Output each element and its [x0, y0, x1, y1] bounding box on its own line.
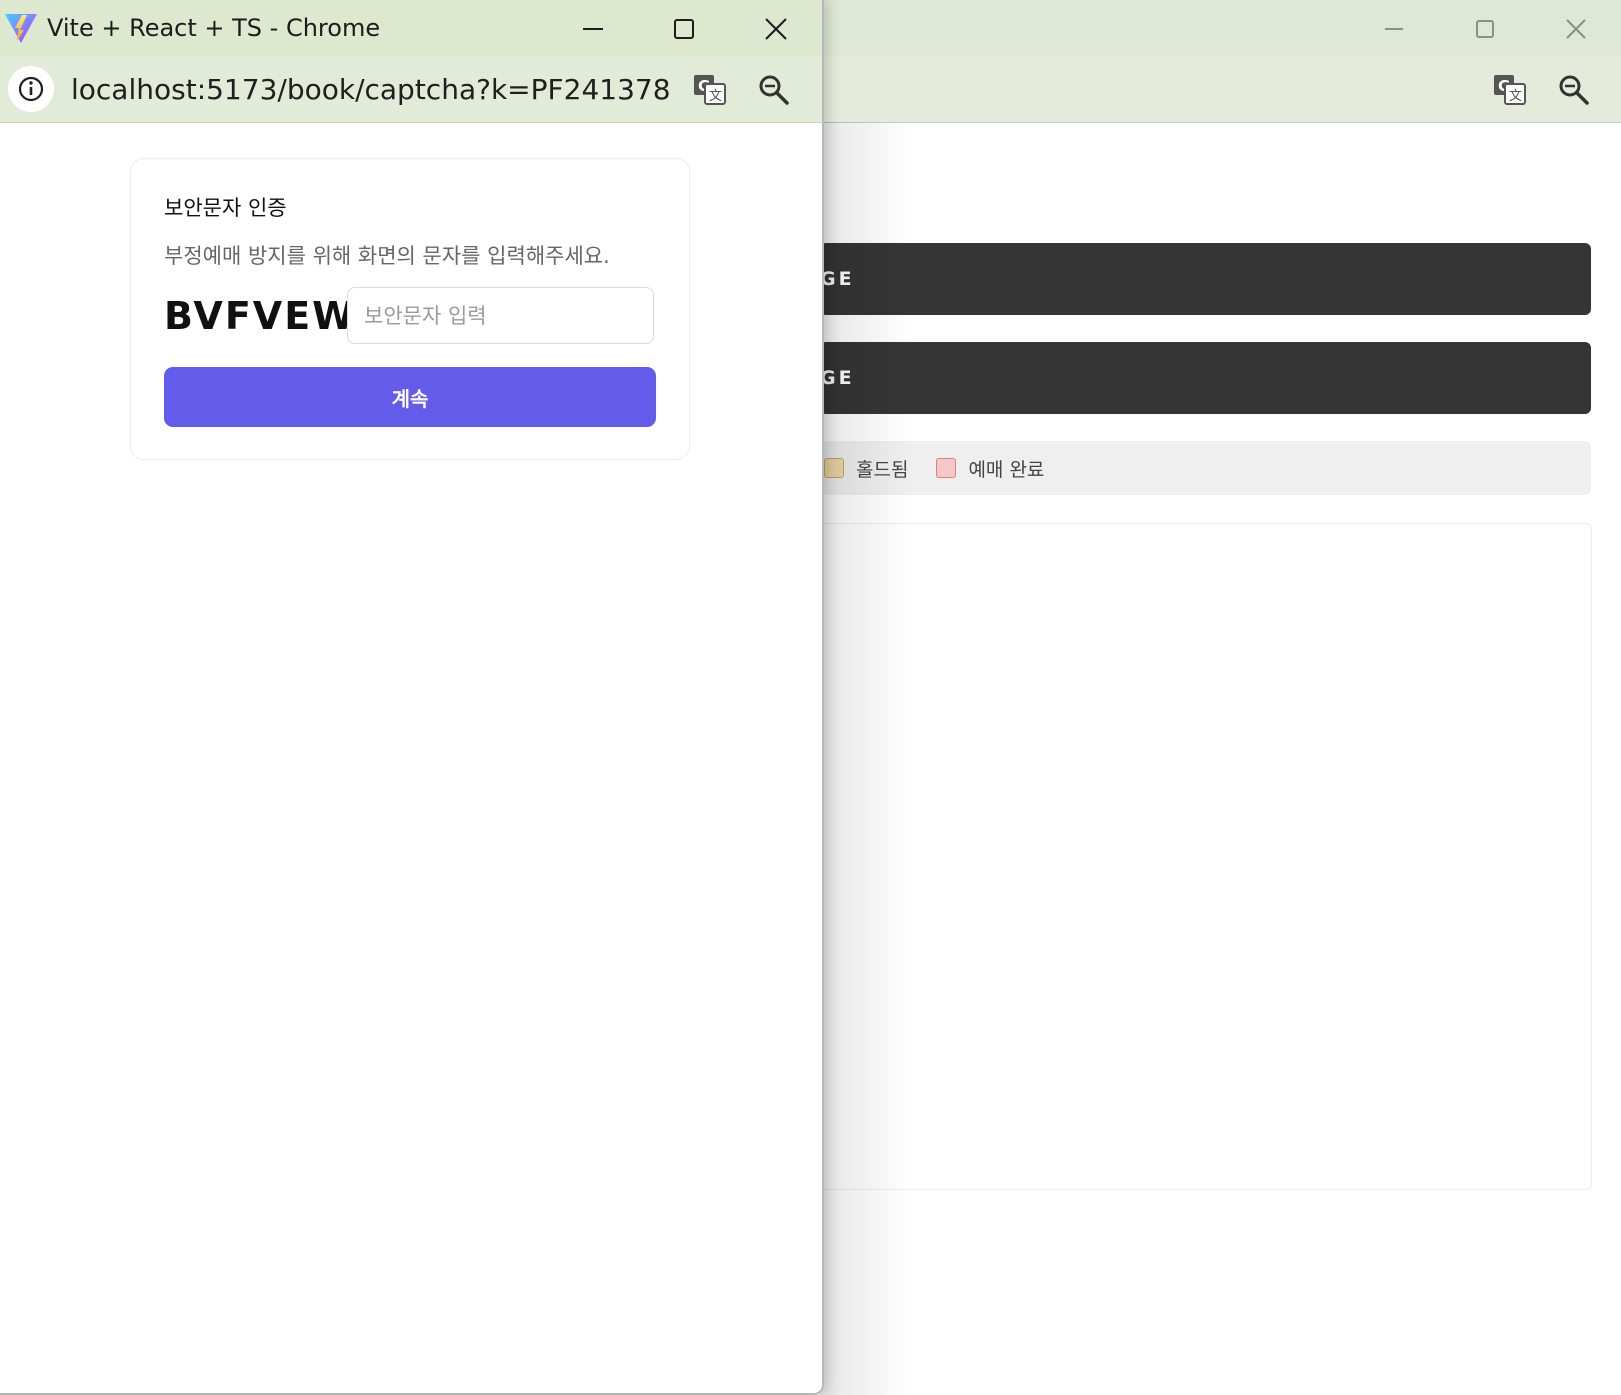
maximize-icon: [1476, 20, 1494, 38]
url-field[interactable]: localhost:5173/book/captcha?k=PF241378&d…: [71, 73, 671, 106]
popup-zoom-button[interactable]: [754, 70, 794, 110]
popup-translate-button[interactable]: G 文: [690, 70, 730, 110]
info-icon: [18, 76, 44, 102]
close-icon: [1566, 19, 1586, 39]
vite-logo-icon: [5, 14, 37, 43]
popup-titlebar: Vite + React + TS - Chrome: [0, 0, 822, 56]
minimize-icon: [1385, 28, 1403, 30]
translate-icon: G 文: [694, 75, 726, 105]
background-minimize-button[interactable]: [1374, 10, 1414, 48]
continue-button[interactable]: 계속: [164, 367, 656, 427]
background-bar-1-label: GE: [820, 268, 855, 290]
legend-label-held: 홀드됨: [856, 458, 909, 481]
site-info-button[interactable]: [8, 66, 54, 112]
svg-text:文: 文: [709, 89, 722, 104]
captcha-code-text: BVFVEW: [164, 294, 357, 338]
close-icon: [765, 18, 787, 40]
popup-address-bar: localhost:5173/book/captcha?k=PF241378&d…: [0, 56, 822, 123]
background-maximize-button[interactable]: [1465, 10, 1505, 48]
background-dark-bar-1[interactable]: GE: [820, 243, 1591, 315]
zoom-out-icon: [1559, 75, 1589, 105]
translate-icon: G 文: [1494, 75, 1526, 105]
background-close-button[interactable]: [1556, 10, 1596, 48]
captcha-popup-window: Vite + React + TS - Chrome localhost:517…: [0, 0, 824, 1395]
popup-minimize-button[interactable]: [571, 10, 615, 48]
background-translate-button[interactable]: G 文: [1490, 70, 1530, 110]
minimize-icon: [583, 28, 603, 30]
seat-map-panel: [820, 523, 1592, 1190]
background-dark-bar-2[interactable]: GE: [820, 342, 1591, 414]
url-host: localhost: [71, 73, 197, 106]
popup-maximize-button[interactable]: [662, 10, 706, 48]
seat-legend: 홀드됨 예매 완료: [820, 441, 1591, 495]
captcha-description: 부정예매 방지를 위해 화면의 문자를 입력해주세요.: [164, 244, 610, 268]
maximize-icon: [674, 19, 694, 39]
popup-close-button[interactable]: [754, 10, 798, 48]
zoom-out-icon: [759, 75, 789, 105]
background-zoom-button[interactable]: [1554, 70, 1594, 110]
captcha-card: 보안문자 인증 부정예매 방지를 위해 화면의 문자를 입력해주세요. BVFV…: [130, 158, 690, 460]
url-path: :5173/book/captcha?k=PF241378&d...: [196, 73, 671, 106]
legend-swatch-held: [824, 458, 844, 478]
legend-label-booked: 예매 완료: [968, 458, 1045, 481]
captcha-input[interactable]: [347, 287, 654, 344]
legend-swatch-booked: [936, 458, 957, 478]
svg-text:文: 文: [1509, 89, 1522, 104]
captcha-title: 보안문자 인증: [164, 196, 287, 220]
popup-window-title: Vite + React + TS - Chrome: [47, 14, 381, 42]
background-bar-2-label: GE: [820, 367, 855, 389]
